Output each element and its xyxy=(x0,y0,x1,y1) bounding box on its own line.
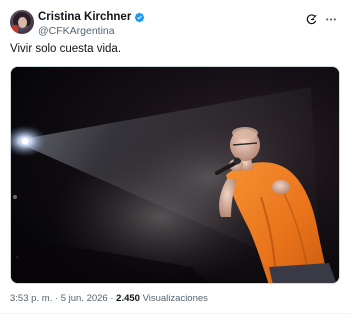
author-display-name[interactable]: Cristina Kirchner xyxy=(38,11,131,23)
author-names: Cristina Kirchner @CFKArgentina xyxy=(38,10,145,37)
divider xyxy=(0,313,350,314)
verified-badge-icon xyxy=(135,12,145,22)
grok-icon[interactable] xyxy=(305,13,318,26)
meta-separator-2: · xyxy=(110,293,114,304)
meta-separator-1: · xyxy=(54,293,59,304)
post-meta: 3:53 p. m. · 5 jun. 2026 · 2.450 Visuali… xyxy=(10,293,208,304)
post-text: Vivir solo cuesta vida. xyxy=(10,43,122,55)
post-image[interactable] xyxy=(10,66,340,284)
author-avatar[interactable] xyxy=(10,10,34,34)
views-count: 2.450 xyxy=(116,293,140,304)
concert-photo xyxy=(11,67,339,283)
post-date[interactable]: 5 jun. 2026 xyxy=(61,293,108,304)
post-time[interactable]: 3:53 p. m. xyxy=(10,293,52,304)
more-options-icon[interactable] xyxy=(324,13,338,26)
author-handle[interactable]: @CFKArgentina xyxy=(38,25,145,37)
display-name-row: Cristina Kirchner xyxy=(38,10,145,24)
post: Cristina Kirchner @CFKArgentina Vivir so… xyxy=(0,0,350,316)
post-header: Cristina Kirchner @CFKArgentina xyxy=(10,10,340,37)
views-label: Visualizaciones xyxy=(142,293,208,304)
